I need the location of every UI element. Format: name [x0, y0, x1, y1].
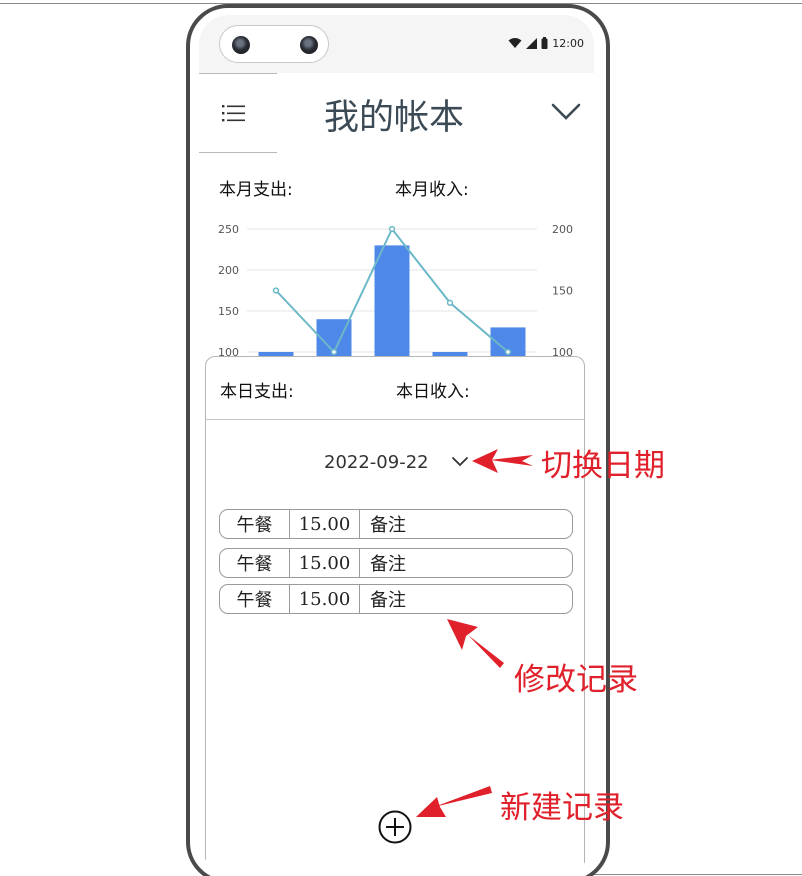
record-row[interactable]: 午餐 15.00 备注 — [219, 584, 573, 614]
wifi-icon — [508, 38, 522, 48]
chart-line-point — [388, 225, 396, 233]
record-category: 午餐 — [220, 549, 290, 577]
cell-signal-icon — [526, 37, 538, 49]
date-value: 2022-09-22 — [324, 451, 429, 473]
chart-y-tick-left: 250 — [218, 223, 239, 236]
record-note: 备注 — [370, 515, 406, 536]
record-category: 午餐 — [220, 510, 290, 538]
camera-lens-icon — [300, 36, 318, 54]
record-amount: 15.00 — [290, 510, 360, 538]
app-bar: 我的帐本 — [199, 73, 594, 153]
chart-bar — [374, 245, 410, 358]
day-expense-label: 本日支出: — [220, 382, 294, 402]
menu-button[interactable] — [199, 73, 277, 153]
record-note: 备注 — [370, 554, 406, 575]
chart-y-tick-left: 200 — [218, 264, 239, 277]
status-time: 12:00 — [552, 36, 584, 50]
camera-cutout — [219, 25, 329, 63]
annotation-switch-date: 切换日期 — [541, 448, 665, 484]
battery-icon — [541, 37, 548, 49]
record-category: 午餐 — [220, 585, 290, 613]
chevron-down-icon[interactable] — [551, 102, 581, 122]
annotation-edit-record: 修改记录 — [514, 662, 638, 698]
phone-screen: 12:00 我的帐本 本月支出: 本月收入: 250 200 150 100 200 15… — [199, 15, 594, 871]
chart-y-tick-right: 150 — [552, 285, 573, 298]
status-bar: 12:00 — [199, 15, 594, 73]
record-amount: 15.00 — [290, 549, 360, 577]
menu-list-icon — [222, 105, 245, 122]
chart-line-point — [504, 348, 512, 356]
status-icons: 12:00 — [508, 35, 584, 51]
panel-divider — [206, 419, 584, 420]
month-expense-label: 本月支出: — [219, 180, 293, 200]
annotation-new-record: 新建记录 — [500, 790, 624, 826]
app-title: 我的帐本 — [323, 98, 464, 138]
month-income-label: 本月收入: — [395, 180, 469, 200]
record-amount: 15.00 — [290, 585, 360, 613]
add-record-button[interactable] — [378, 810, 412, 844]
chart-line-point — [446, 299, 454, 306]
record-note: 备注 — [370, 590, 406, 611]
day-income-label: 本日收入: — [396, 382, 470, 402]
camera-lens-icon — [232, 36, 250, 54]
chart-line-point — [272, 287, 280, 294]
record-row[interactable]: 午餐 15.00 备注 — [219, 548, 573, 578]
record-row[interactable]: 午餐 15.00 备注 — [219, 509, 573, 539]
chevron-down-icon[interactable] — [451, 456, 469, 468]
chart-y-tick-right: 200 — [552, 223, 573, 236]
monthly-chart: 250200150100200150100 — [218, 223, 573, 359]
chart-y-tick-left: 150 — [218, 305, 239, 318]
date-picker[interactable]: 2022-09-22 — [324, 449, 469, 475]
chart-line-point — [330, 348, 338, 356]
